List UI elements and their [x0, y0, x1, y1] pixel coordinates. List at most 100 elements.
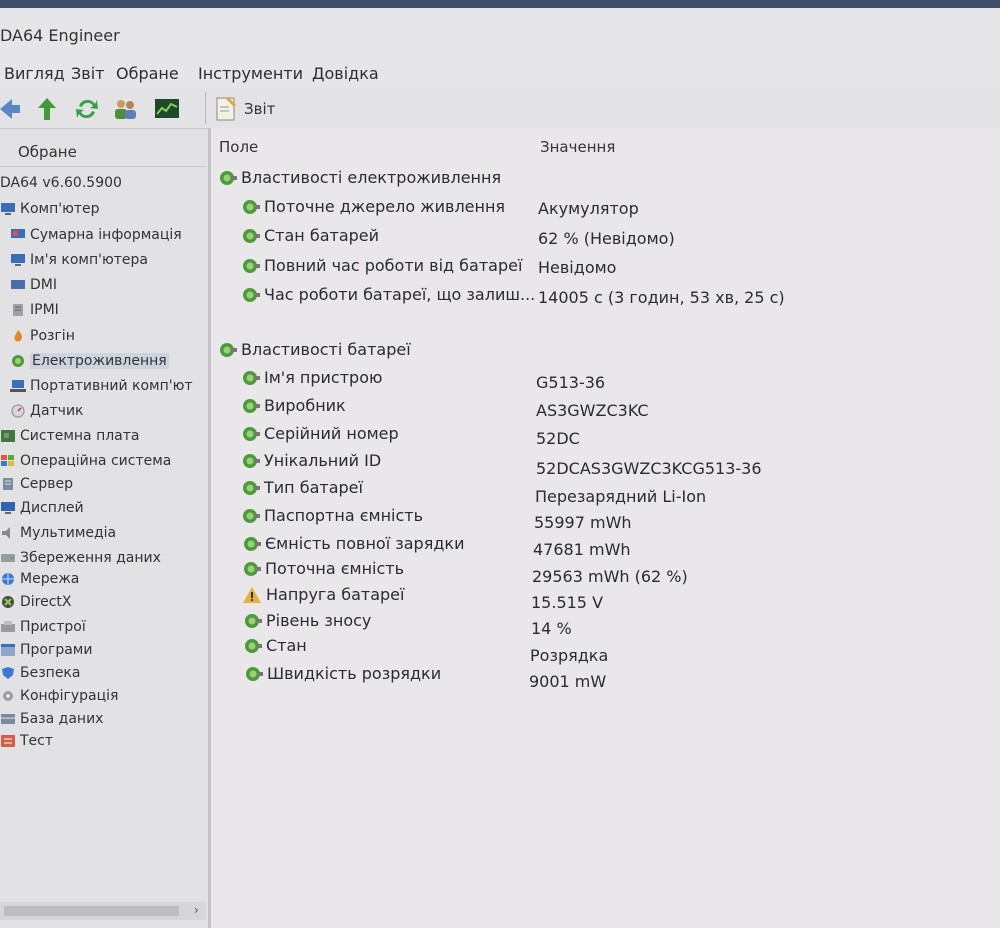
tree-item-display[interactable]: Дисплей — [0, 498, 84, 518]
field-row[interactable]: Поточна ємність — [241, 559, 404, 578]
tree-item-version[interactable]: DA64 v6.60.5900 — [0, 173, 122, 193]
section-title: Властивості батареї — [241, 340, 411, 359]
menu-report[interactable]: Звіт — [71, 64, 104, 83]
warning-icon — [243, 586, 261, 603]
power-plug-icon — [244, 561, 261, 576]
field-value: 52DCAS3GWZC3KCG513-36 — [536, 459, 762, 478]
menu-help[interactable]: Довідка — [312, 64, 379, 83]
field-row[interactable]: Час роботи батареї, що залиш... — [240, 285, 535, 304]
tree-item-label: DA64 v6.60.5900 — [0, 175, 122, 191]
tree-item-label: Збереження даних — [20, 550, 161, 566]
scrollbar-thumb[interactable] — [4, 906, 179, 916]
power-plug-icon — [243, 258, 260, 273]
field-row[interactable]: Рівень зносу — [242, 611, 371, 630]
toolbar-separator — [205, 92, 206, 124]
tree-item-power[interactable]: Електроживлення — [10, 351, 169, 371]
programs-icon — [1, 644, 15, 656]
test-icon — [1, 735, 15, 747]
menu-favorites[interactable]: Обране — [116, 64, 179, 83]
tree-item-label: DirectX — [20, 594, 72, 610]
field-label: Поточна ємність — [265, 559, 405, 578]
power-plug-icon — [243, 480, 260, 495]
report-button[interactable]: Звіт — [214, 92, 275, 126]
field-value: 52DC — [536, 429, 580, 448]
column-header-field[interactable]: Поле — [219, 138, 258, 156]
tree-item-ipmi[interactable]: IPMI — [10, 300, 59, 320]
tree-item-portable[interactable]: Портативний комп'ют — [10, 376, 193, 396]
tree-item-network[interactable]: Мережа — [0, 569, 79, 589]
power-icon — [12, 355, 24, 367]
field-row-warning[interactable]: Напруга батареї — [242, 585, 404, 604]
field-value: 9001 mW — [529, 672, 607, 691]
tree-item-computer-name[interactable]: Ім'я комп'ютера — [10, 250, 148, 270]
field-row[interactable]: Швидкість розрядки — [243, 664, 441, 683]
tree-item-configuration[interactable]: Конфігурація — [0, 686, 118, 706]
field-row[interactable]: Унікальний ID — [240, 451, 381, 470]
menu-tools[interactable]: Інструменти — [198, 64, 303, 83]
scroll-right-arrow-icon[interactable]: › — [194, 903, 199, 917]
tree-item-label: IPMI — [30, 302, 59, 318]
window-top-edge — [0, 0, 1000, 8]
field-row[interactable]: Ємність повної зарядки — [241, 534, 464, 553]
ipmi-icon — [13, 304, 23, 316]
column-header-value[interactable]: Значення — [540, 138, 615, 156]
tree-horizontal-scrollbar[interactable]: › — [0, 902, 206, 920]
section-battery-properties: Властивості батареї — [217, 340, 411, 359]
server-icon — [3, 478, 13, 490]
field-label: Паспортна ємність — [264, 506, 424, 525]
menu-view[interactable]: Вигляд — [4, 64, 65, 83]
field-label: Стан батарей — [264, 226, 380, 245]
tree-item-test[interactable]: Тест — [0, 731, 53, 751]
tree-item-programs[interactable]: Програми — [0, 640, 92, 660]
power-plug-icon — [243, 398, 260, 413]
power-plug-icon — [243, 199, 260, 214]
tree-item-motherboard[interactable]: Системна плата — [0, 426, 140, 446]
field-row[interactable]: Ім'я пристрою — [240, 368, 382, 387]
tree-item-devices[interactable]: Пристрої — [0, 617, 86, 637]
field-row[interactable]: Повний час роботи від батареї — [240, 256, 522, 275]
section-power-properties: Властивості електроживлення — [217, 168, 501, 187]
back-arrow-icon[interactable] — [0, 96, 22, 122]
tree-item-label: Конфігурація — [20, 688, 119, 704]
field-label: Поточне джерело живлення — [264, 197, 506, 216]
tree-item-server[interactable]: Сервер — [0, 474, 73, 494]
tree-item-directx[interactable]: DirectX — [0, 592, 72, 612]
tree-item-sensor[interactable]: Датчик — [10, 401, 84, 421]
tree-item-dmi[interactable]: DMI — [10, 275, 57, 295]
field-label: Ємність повної зарядки — [265, 534, 465, 553]
field-row[interactable]: Стан батарей — [240, 226, 379, 245]
field-row[interactable]: Тип батареї — [240, 478, 363, 497]
tree-panel-header[interactable]: Обране — [0, 138, 206, 167]
field-value: 15.515 V — [531, 593, 604, 612]
tree-item-overclock[interactable]: Розгін — [10, 326, 75, 346]
field-row[interactable]: Виробник — [240, 396, 346, 415]
display-icon — [1, 502, 15, 514]
power-plug-icon — [243, 453, 260, 468]
tree-item-security[interactable]: Безпека — [0, 663, 80, 683]
tree-item-summary[interactable]: Сумарна інформація — [10, 225, 182, 245]
tree-item-label: База даних — [20, 711, 104, 727]
tree-item-computer[interactable]: Комп'ютер — [0, 199, 100, 219]
field-row[interactable]: Поточне джерело живлення — [240, 197, 505, 216]
tree-item-storage[interactable]: Збереження даних — [0, 548, 161, 568]
field-label: Ім'я пристрою — [264, 368, 383, 387]
field-row[interactable]: Стан — [242, 636, 307, 655]
users-icon[interactable] — [112, 96, 138, 122]
tree-item-multimedia[interactable]: Мультимедіа — [0, 523, 116, 543]
field-row[interactable]: Серійний номер — [240, 424, 399, 443]
tree-item-database[interactable]: База даних — [0, 709, 103, 729]
multimedia-icon — [2, 527, 10, 539]
power-plug-icon — [220, 342, 237, 357]
summary-icon — [11, 229, 25, 238]
field-value: 55997 mWh — [534, 513, 632, 532]
tree-item-os[interactable]: Операційна система — [0, 451, 171, 471]
field-row[interactable]: Паспортна ємність — [240, 506, 423, 525]
tree-item-label: Безпека — [20, 665, 81, 681]
refresh-icon[interactable] — [74, 96, 100, 122]
field-value: 47681 mWh — [533, 540, 631, 559]
up-arrow-icon[interactable] — [34, 96, 60, 122]
power-plug-icon — [245, 638, 262, 653]
monitor-chart-icon[interactable] — [154, 96, 180, 122]
tree-item-label: DMI — [30, 277, 57, 293]
field-label: Тип батареї — [264, 478, 363, 497]
